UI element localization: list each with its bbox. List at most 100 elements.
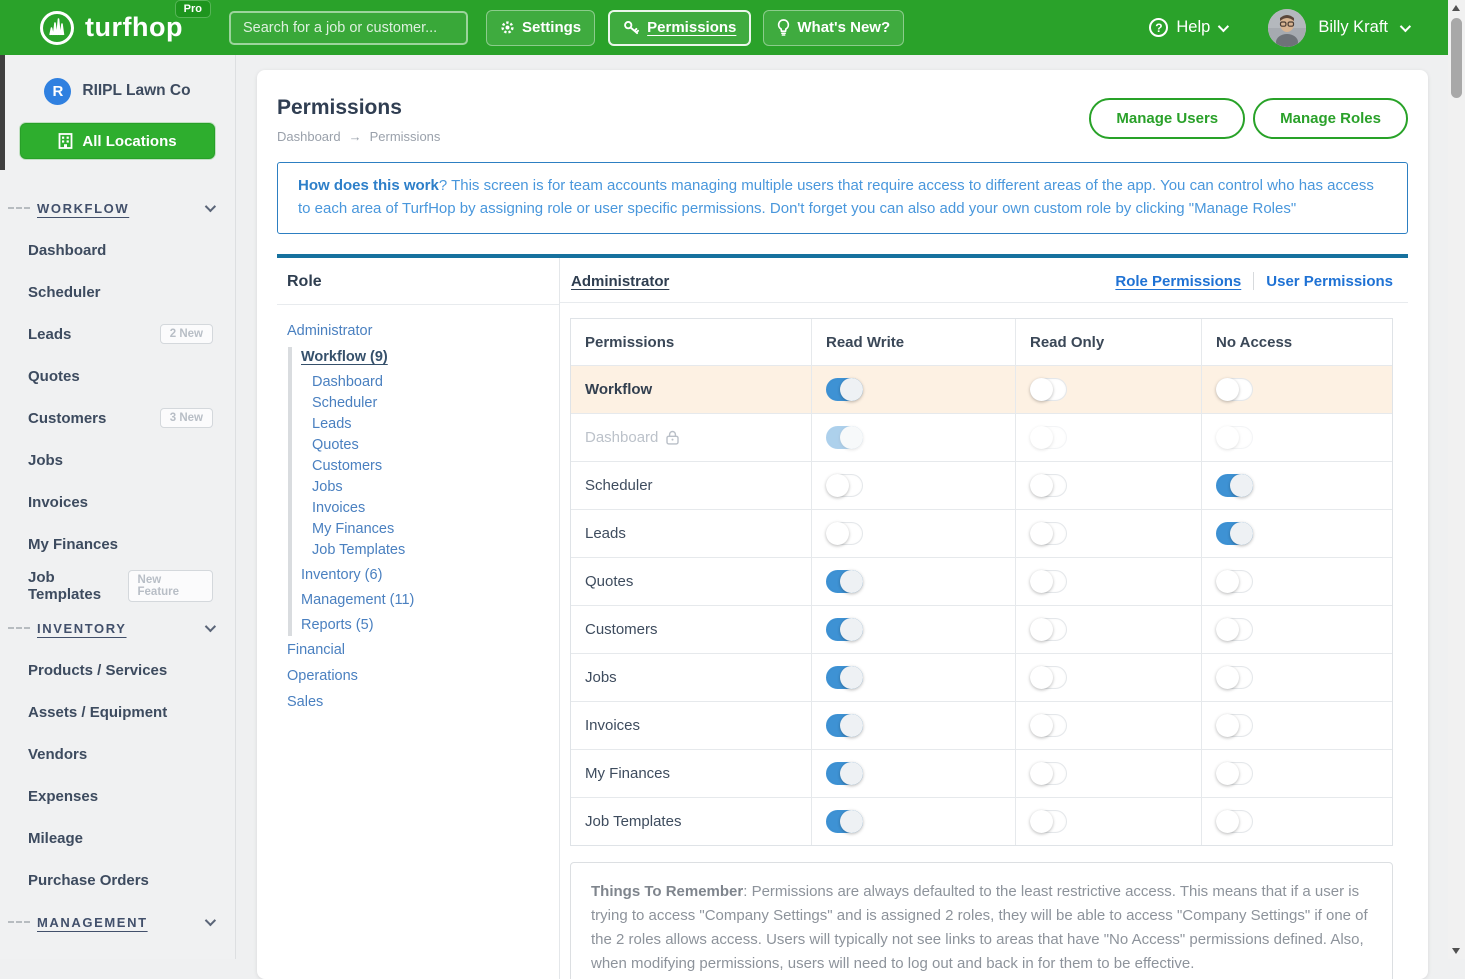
tree-page-invoices[interactable]: Invoices — [301, 498, 559, 519]
table-row-jobs: Jobs — [571, 654, 1392, 702]
sidebar-item-leads[interactable]: Leads2 New — [0, 313, 235, 355]
read-write-toggle[interactable] — [826, 810, 863, 833]
read-write-toggle[interactable] — [826, 618, 863, 641]
toggle-knob — [1216, 570, 1239, 593]
manage-users-button[interactable]: Manage Users — [1089, 98, 1245, 139]
breadcrumb-permissions[interactable]: Permissions — [370, 129, 441, 144]
sidebar-scrollbar-thumb[interactable] — [0, 55, 5, 170]
tree-group-reports-5[interactable]: Reports (5) — [301, 615, 559, 636]
search-input[interactable] — [229, 11, 468, 45]
no-access-toggle[interactable] — [1216, 522, 1253, 545]
sidebar-item-quotes[interactable]: Quotes — [0, 355, 235, 397]
read-only-toggle[interactable] — [1030, 474, 1067, 497]
read-only-toggle[interactable] — [1030, 522, 1067, 545]
tree-role-sales[interactable]: Sales — [287, 692, 559, 713]
selected-role-label[interactable]: Administrator — [571, 273, 669, 290]
tree-role-financial[interactable]: Financial — [287, 640, 559, 661]
no-access-toggle[interactable] — [1216, 714, 1253, 737]
no-access-toggle[interactable] — [1216, 762, 1253, 785]
sidebar-item-scheduler[interactable]: Scheduler — [0, 271, 235, 313]
read-only-toggle-cell — [1016, 558, 1202, 605]
whats-new-button[interactable]: What's New? — [763, 10, 904, 46]
sidebar-item-jobs[interactable]: Jobs — [0, 439, 235, 481]
tree-page-job-templates[interactable]: Job Templates — [301, 540, 559, 561]
help-icon: ? — [1149, 18, 1168, 37]
tree-group-inventory-6[interactable]: Inventory (6) — [301, 565, 559, 586]
table-row-job-templates: Job Templates — [571, 798, 1392, 845]
company-selector[interactable]: R RIIPL Lawn Co — [0, 71, 235, 111]
scrollbar-thumb[interactable] — [1451, 18, 1462, 98]
breadcrumb-dashboard[interactable]: Dashboard — [277, 129, 341, 144]
sidebar-item-products-services[interactable]: Products / Services — [0, 649, 235, 691]
read-write-toggle[interactable] — [826, 762, 863, 785]
sidebar-item-purchase-orders[interactable]: Purchase Orders — [0, 859, 235, 901]
sidebar-item-invoices[interactable]: Invoices — [0, 481, 235, 523]
read-write-toggle[interactable] — [826, 474, 863, 497]
permissions-panel: Role AdministratorWorkflow (9)DashboardS… — [277, 254, 1408, 979]
sidebar-item-my-finances[interactable]: My Finances — [0, 523, 235, 565]
read-only-toggle[interactable] — [1030, 666, 1067, 689]
tree-page-customers[interactable]: Customers — [301, 456, 559, 477]
no-access-toggle[interactable] — [1216, 666, 1253, 689]
row-label-cell: Leads — [571, 510, 812, 557]
read-write-toggle[interactable] — [826, 522, 863, 545]
tree-page-quotes[interactable]: Quotes — [301, 435, 559, 456]
role-column-header: Role — [277, 258, 559, 305]
permissions-button[interactable]: Permissions — [608, 10, 751, 46]
sidebar-item-mileage[interactable]: Mileage — [0, 817, 235, 859]
tree-group-management-11[interactable]: Management (11) — [301, 590, 559, 611]
sidebar-section-management[interactable]: MANAGEMENT — [0, 901, 235, 943]
tree-page-my-finances[interactable]: My Finances — [301, 519, 559, 540]
read-write-toggle[interactable] — [826, 570, 863, 593]
sidebar-section-inventory[interactable]: INVENTORY — [0, 607, 235, 649]
tree-role-operations[interactable]: Operations — [287, 666, 559, 687]
read-write-toggle[interactable] — [826, 714, 863, 737]
sidebar-item-dashboard[interactable]: Dashboard — [0, 229, 235, 271]
tree-role-administrator[interactable]: Administrator — [287, 321, 559, 342]
toggle-knob — [1230, 474, 1253, 497]
section-dashes-icon — [8, 207, 30, 209]
scrollbar-up-arrow[interactable] — [1452, 5, 1460, 11]
manage-roles-button[interactable]: Manage Roles — [1253, 98, 1408, 139]
sidebar-item-job-templates[interactable]: Job TemplatesNew Feature — [0, 565, 235, 607]
read-write-toggle-cell — [812, 798, 1016, 845]
tree-page-jobs[interactable]: Jobs — [301, 477, 559, 498]
sidebar-section-workflow[interactable]: WORKFLOW — [0, 187, 235, 229]
no-access-toggle[interactable] — [1216, 570, 1253, 593]
read-only-toggle[interactable] — [1030, 714, 1067, 737]
no-access-toggle[interactable] — [1216, 618, 1253, 641]
read-only-toggle[interactable] — [1030, 378, 1067, 401]
row-label: Dashboard — [585, 429, 658, 446]
sidebar-section-reports[interactable]: REPORTS — [0, 943, 235, 959]
no-access-toggle[interactable] — [1216, 378, 1253, 401]
tree-page-scheduler[interactable]: Scheduler — [301, 393, 559, 414]
item-badge: 2 New — [160, 324, 213, 344]
sidebar-item-customers[interactable]: Customers3 New — [0, 397, 235, 439]
toggle-knob — [1030, 426, 1053, 449]
all-locations-button[interactable]: All Locations — [20, 123, 215, 159]
settings-button[interactable]: Settings — [486, 10, 595, 46]
sidebar-item-expenses[interactable]: Expenses — [0, 775, 235, 817]
no-access-toggle[interactable] — [1216, 810, 1253, 833]
read-only-toggle[interactable] — [1030, 618, 1067, 641]
read-only-toggle[interactable] — [1030, 810, 1067, 833]
read-only-toggle[interactable] — [1030, 762, 1067, 785]
vertical-scrollbar — [1448, 0, 1465, 959]
tree-page-dashboard[interactable]: Dashboard — [301, 372, 559, 393]
read-write-toggle[interactable] — [826, 666, 863, 689]
scrollbar-down-arrow[interactable] — [1452, 948, 1460, 954]
help-menu[interactable]: ? Help — [1149, 18, 1226, 37]
user-permissions-link[interactable]: User Permissions — [1266, 273, 1393, 290]
role-permissions-link[interactable]: Role Permissions — [1115, 273, 1241, 290]
tree-page-leads[interactable]: Leads — [301, 414, 559, 435]
read-write-toggle[interactable] — [826, 378, 863, 401]
read-only-toggle[interactable] — [1030, 570, 1067, 593]
sidebar-item-vendors[interactable]: Vendors — [0, 733, 235, 775]
no-access-toggle[interactable] — [1216, 474, 1253, 497]
sidebar-item-assets-equipment[interactable]: Assets / Equipment — [0, 691, 235, 733]
tree-group-workflow-9[interactable]: Workflow (9) — [301, 347, 559, 368]
user-menu[interactable]: Billy Kraft — [1268, 9, 1408, 47]
app-logo[interactable]: turfhop Pro — [38, 9, 183, 47]
no-access-toggle-cell — [1202, 462, 1392, 509]
read-write-toggle — [826, 426, 863, 449]
